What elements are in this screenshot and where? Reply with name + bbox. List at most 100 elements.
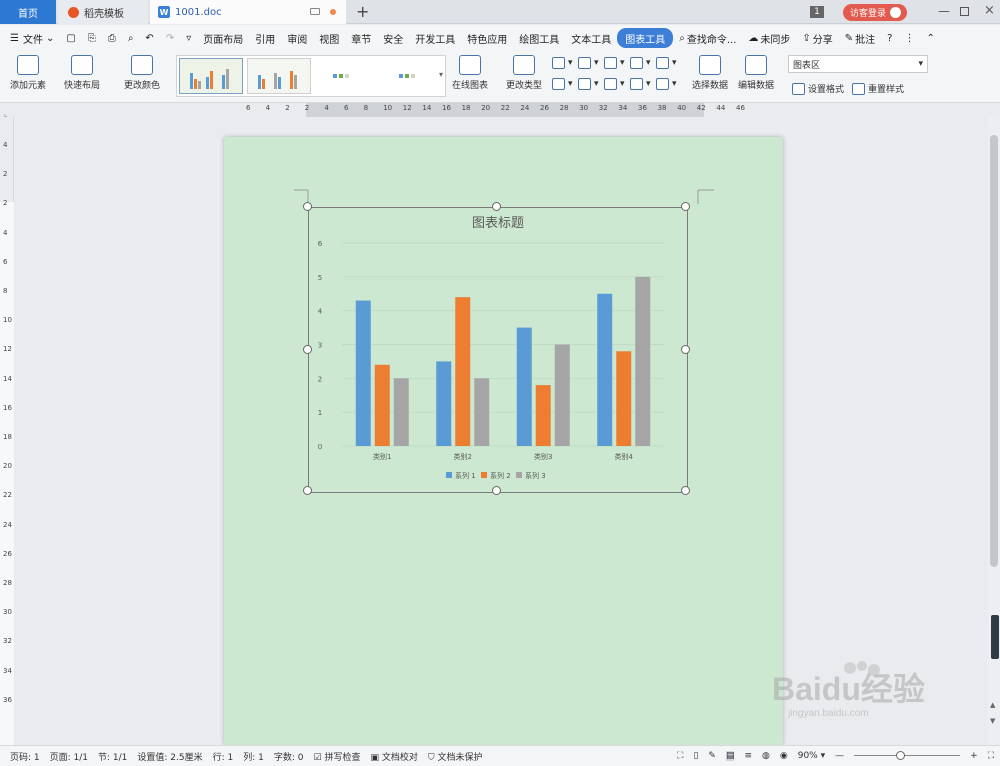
zoom-in-icon[interactable]: + [970,751,978,761]
window-count-badge[interactable]: 1 [810,6,824,18]
resize-handle[interactable] [303,486,312,495]
resize-handle[interactable] [681,345,690,354]
scroll-up-icon[interactable]: ▲ [990,701,995,709]
comment-button[interactable]: ✎ 批注 [839,28,881,48]
menu-page-layout[interactable]: 页面布局 [197,28,249,48]
vertical-scrollbar[interactable]: ▲ ▼ [988,117,1000,745]
area-chart-dropdown[interactable]: ▾ [656,57,677,69]
change-color-button[interactable]: 更改颜色 [124,55,160,91]
set-format-button[interactable]: 设置格式 [792,82,844,95]
status-words[interactable]: 字数: 0 [274,750,304,763]
tab-docer[interactable]: 稻壳模板 [58,0,148,24]
zoom-slider[interactable] [854,751,961,761]
menu-references[interactable]: 引用 [249,28,281,48]
sync-button[interactable]: ☁ 未同步 [742,28,796,48]
proofread-button[interactable]: ▣ 文档校对 [370,750,417,763]
ruler-label: 12 [402,104,412,112]
menu-chart-tools[interactable]: 图表工具 [617,28,674,48]
chart-style-thumb-1[interactable] [179,58,243,94]
tab-document[interactable]: W 1001.doc [150,0,346,24]
scatter-chart-dropdown[interactable]: ▾ [630,78,651,90]
menu-section[interactable]: 章节 [345,28,377,48]
zoom-out-icon[interactable]: — [835,751,844,761]
gallery-more-icon[interactable]: ▾ [439,70,443,79]
share-button[interactable]: ⇪ 分享 [796,28,838,48]
menu-file[interactable]: ☰ 文件 ⌄ [0,28,60,48]
document-page[interactable]: 图表标题 0 1 2 3 4 5 6 类别1 类别2 类别3 类别4 系列 1 系列 2 系列 3 [224,137,783,745]
preview-icon[interactable]: ⌕ [122,28,140,48]
eye-protect-icon[interactable]: ◉ [780,751,788,761]
select-data-button[interactable]: 选择数据 [692,55,728,91]
more-icon[interactable]: ⋮ [898,28,920,48]
hbar-chart-dropdown[interactable]: ▾ [578,57,599,69]
read-mode-icon[interactable]: ▯ [693,751,698,761]
save-icon[interactable]: ▢ [60,28,81,48]
print-icon[interactable]: ⎙ [102,28,122,48]
zoom-handle[interactable] [896,751,906,760]
bar-chart-dropdown[interactable]: ▾ [552,57,573,69]
menu-drawing-tools[interactable]: 绘图工具 [513,28,565,48]
ruler-label: 24 [3,520,12,529]
fit-page-icon[interactable]: ⛶ [988,751,994,761]
close-icon[interactable]: × [984,3,995,18]
help-icon[interactable]: ? [881,28,898,48]
menu-features[interactable]: 特色应用 [461,28,513,48]
protect-button[interactable]: ⛉ 文档未保护 [428,750,483,763]
tab-home[interactable]: 首页 [0,0,56,24]
monitor-icon[interactable] [310,8,320,15]
quick-layout-button[interactable]: 快速布局 [64,55,100,91]
redo-icon[interactable]: ↷ [160,28,180,48]
new-tab-plus-icon[interactable]: + [356,2,369,21]
online-chart-button[interactable]: 在线图表 [452,55,488,91]
radar-chart-dropdown[interactable]: ▾ [630,57,651,69]
menu-review[interactable]: 审阅 [281,28,313,48]
scroll-down-icon[interactable]: ▼ [990,717,995,725]
page-view-icon[interactable]: ▤ [725,751,735,761]
menu-developer[interactable]: 开发工具 [409,28,461,48]
chart-style-thumb-2[interactable] [247,58,311,94]
resize-handle[interactable] [681,202,690,211]
zoom-select[interactable]: 90% ▾ [798,751,825,761]
minimize-icon[interactable]: — [938,4,950,18]
menu-view[interactable]: 视图 [313,28,345,48]
resize-handle[interactable] [492,486,501,495]
fullscreen-icon[interactable]: ⛶ [677,751,683,761]
customize-icon[interactable]: ▿ [180,28,197,48]
resize-handle[interactable] [681,486,690,495]
chart-style-thumb-4[interactable] [377,58,435,94]
line-chart-dropdown[interactable]: ▾ [604,57,625,69]
resize-handle[interactable] [303,202,312,211]
restore-icon[interactable] [960,7,969,16]
reset-style-button[interactable]: 重置样式 [852,82,904,95]
menu-security[interactable]: 安全 [377,28,409,48]
chart-area[interactable]: 图表标题 0 1 2 3 4 5 6 类别1 类别2 类别3 类别4 系列 1 系列 2 系列 3 [308,207,688,493]
command-search[interactable]: ⌕ 查找命令... [673,28,742,48]
stock-chart-dropdown[interactable]: ▾ [552,78,573,90]
edit-data-button[interactable]: 编辑数据 [738,55,774,91]
guest-login-button[interactable]: 访客登录 [843,4,907,21]
collapse-ribbon-icon[interactable]: ⌃ [920,28,940,48]
outline-view-icon[interactable]: ≡ [744,751,752,761]
chart-style-thumb-3[interactable] [315,58,373,94]
resize-handle[interactable] [492,202,501,211]
ruler-label: 34 [3,666,12,675]
scrollbar-thumb[interactable] [990,135,998,567]
ruler-label: 2 [304,104,310,112]
add-element-button[interactable]: 添加元素 [10,55,46,91]
menu-text-tools[interactable]: 文本工具 [565,28,617,48]
resize-handle[interactable] [303,345,312,354]
write-mode-icon[interactable]: ✎ [708,751,716,761]
spell-check-button[interactable]: ☑ 拼写检查 [314,750,361,763]
combo-chart-dropdown[interactable]: ▾ [656,78,677,90]
chart-element-select[interactable]: 图表区 ▾ [788,55,928,73]
column-chart-dropdown[interactable]: ▾ [578,78,599,90]
select-data-icon [699,55,721,75]
status-pages[interactable]: 页面: 1/1 [50,750,88,763]
side-panel-toggle[interactable] [991,615,999,659]
undo-icon[interactable]: ↶ [139,28,159,48]
web-view-icon[interactable]: ◍ [762,751,770,761]
ruler-label: 28 [3,579,12,587]
export-pdf-icon[interactable]: ⎘ [82,28,102,48]
change-type-button[interactable]: 更改类型 [506,55,542,91]
pie-chart-dropdown[interactable]: ▾ [604,78,625,90]
